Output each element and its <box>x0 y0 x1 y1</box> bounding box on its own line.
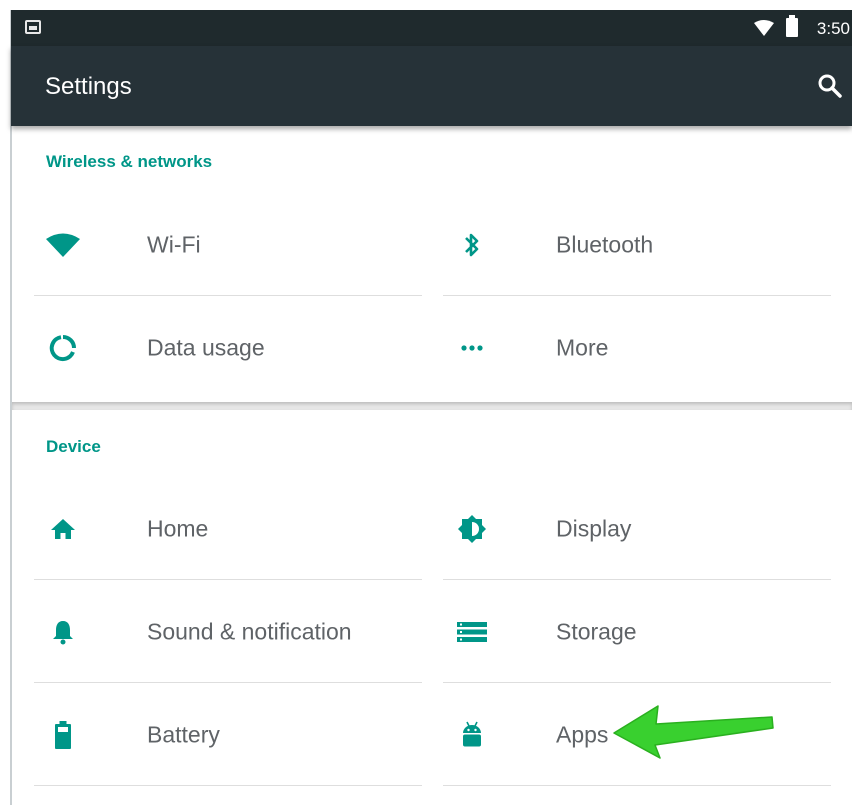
page-title: Settings <box>45 73 132 100</box>
settings-item-display[interactable]: Display <box>443 477 831 580</box>
section-divider <box>12 402 852 410</box>
android-icon <box>455 718 489 752</box>
picture-notification-icon <box>25 20 41 34</box>
data-usage-icon <box>46 331 80 365</box>
wireless-networks-section: Wireless & networks Wi-Fi Bluetooth Data… <box>12 126 852 402</box>
more-icon <box>455 331 489 365</box>
settings-item-label: More <box>556 334 609 360</box>
display-brightness-icon <box>455 512 489 546</box>
status-clock: 3:50 <box>816 19 850 38</box>
settings-item-label: Storage <box>556 618 637 644</box>
settings-item-label: Bluetooth <box>556 231 654 257</box>
settings-item-label: Sound & notification <box>147 618 352 644</box>
settings-item-more[interactable]: More <box>443 296 831 399</box>
pointer-arrow-icon <box>613 705 774 759</box>
app-bar: Settings <box>11 46 852 126</box>
divider <box>443 785 831 786</box>
divider <box>34 785 422 786</box>
search-button[interactable] <box>816 72 844 100</box>
battery-status-icon <box>786 15 798 37</box>
settings-item-label: Display <box>556 515 632 541</box>
section-header-wireless: Wireless & networks <box>46 152 213 171</box>
wifi-signal-icon <box>754 20 774 36</box>
home-icon <box>46 512 80 546</box>
wifi-icon <box>46 228 80 262</box>
settings-item-wifi[interactable]: Wi-Fi <box>34 193 422 296</box>
status-bar: 3:50 <box>11 10 852 46</box>
settings-item-label: Home <box>147 515 209 541</box>
settings-item-home[interactable]: Home <box>34 477 422 580</box>
bluetooth-icon <box>455 228 489 262</box>
storage-icon <box>455 615 489 649</box>
settings-item-label: Apps <box>556 721 609 747</box>
battery-icon <box>46 718 80 752</box>
settings-item-sound-notification[interactable]: Sound & notification <box>34 580 422 683</box>
bell-icon <box>46 615 80 649</box>
settings-item-battery[interactable]: Battery <box>34 683 422 786</box>
settings-item-label: Data usage <box>147 334 265 360</box>
settings-item-label: Battery <box>147 721 220 747</box>
section-header-device: Device <box>46 437 101 456</box>
settings-item-label: Wi-Fi <box>147 231 201 257</box>
settings-item-data-usage[interactable]: Data usage <box>34 296 422 399</box>
settings-item-storage[interactable]: Storage <box>443 580 831 683</box>
settings-item-bluetooth[interactable]: Bluetooth <box>443 193 831 296</box>
search-icon <box>818 74 842 98</box>
